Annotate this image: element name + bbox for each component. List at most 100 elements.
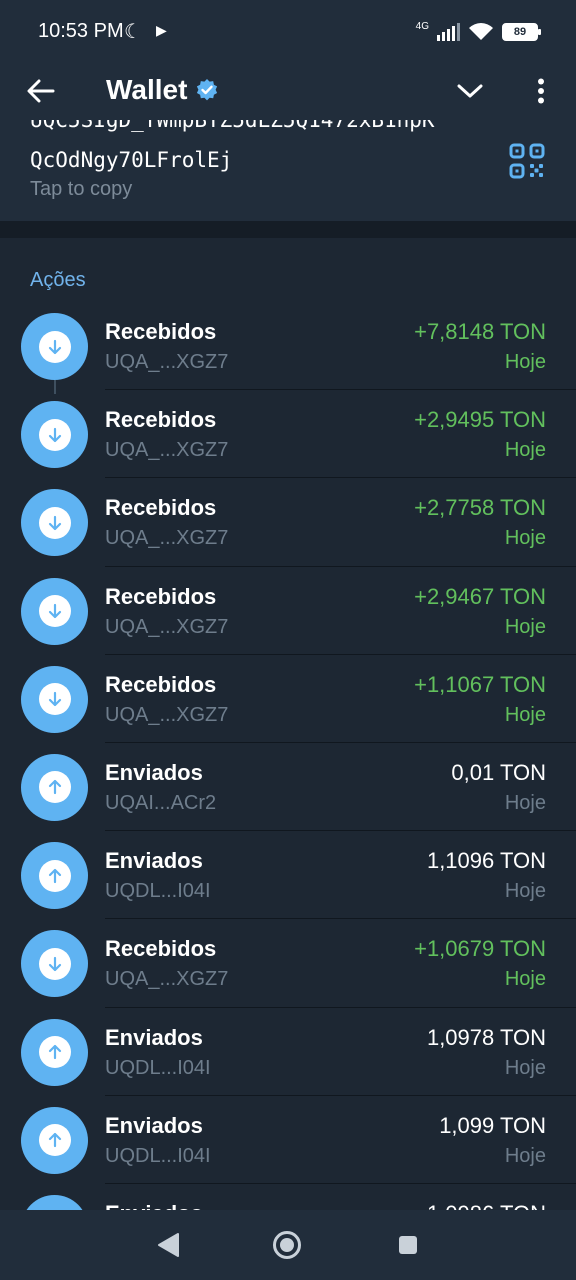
transaction-address: UQA_...XGZ7: [105, 527, 229, 550]
transaction-avatar: [21, 577, 88, 645]
status-indicators: 4G 89: [415, 20, 541, 44]
arrow-up-icon: [48, 1044, 61, 1060]
arrow-down-icon: [48, 603, 61, 619]
wallet-address-line-1[interactable]: UQC5SIgD_YWmpBYZ5dLZ5Q1472xB1npK: [30, 120, 435, 132]
transaction-title: Enviados: [105, 1201, 203, 1210]
transaction-row[interactable]: Recebidos UQA_...XGZ7 +7,8148 TON Hoje: [0, 302, 576, 394]
transaction-address: UQAI...ACr2: [105, 791, 217, 814]
do-not-disturb-icon: ☾: [124, 21, 142, 43]
battery-icon: 89: [502, 23, 541, 41]
transaction-title: Recebidos: [105, 319, 217, 344]
transaction-date: Hoje: [504, 791, 546, 814]
transaction-address: UQDL...I04I: [105, 880, 211, 903]
transaction-row[interactable]: Enviados 1,0986 TON: [0, 1184, 576, 1210]
transaction-date: Hoje: [504, 1056, 546, 1079]
actions-section: Ações Recebidos UQA_...XGZ7 +7,8148 TON Hoj…: [0, 238, 576, 1210]
wifi-icon: [469, 23, 493, 40]
transaction-avatar: [21, 753, 88, 821]
transaction-amount: 1,1096 TON: [426, 848, 546, 874]
app-bar: Wallet: [0, 62, 576, 120]
wallet-address-card[interactable]: UQC5SIgD_YWmpBYZ5dLZ5Q1472xB1npK QcOdNgy…: [0, 120, 576, 221]
expand-button[interactable]: [450, 72, 490, 110]
transaction-avatar: [21, 1194, 88, 1210]
wallet-address-line-2[interactable]: QcOdNgy70LFrolEj: [30, 148, 232, 172]
nav-back-icon[interactable]: [156, 1232, 180, 1258]
transaction-amount: 0,01 TON: [451, 759, 546, 785]
status-time: 10:53 PM: [38, 20, 124, 42]
transaction-title: Enviados: [105, 1112, 203, 1138]
back-button[interactable]: [22, 72, 60, 110]
transaction-title: Recebidos: [105, 407, 217, 433]
transaction-avatar: [21, 665, 88, 733]
transaction-amount: +2,9467 TON: [414, 583, 546, 609]
transaction-avatar: [21, 489, 88, 557]
signal-icon: [437, 23, 460, 41]
transaction-list[interactable]: Recebidos UQA_...XGZ7 +7,8148 TON Hoje Receb…: [0, 302, 576, 1210]
transaction-row[interactable]: Enviados UQAI...ACr2 0,01 TON Hoje: [0, 743, 576, 832]
tap-to-copy-hint: Tap to copy: [30, 178, 133, 200]
transaction-amount: 1,099 TON: [439, 1112, 546, 1138]
actions-header: Ações: [30, 269, 86, 291]
transaction-address: UQDL...I04I: [105, 1144, 211, 1167]
transaction-avatar: [21, 842, 88, 910]
transaction-row[interactable]: Enviados UQDL...I04I 1,1096 TON Hoje: [0, 831, 576, 920]
transaction-row[interactable]: Recebidos UQA_...XGZ7 +2,9467 TON Hoje: [0, 567, 576, 655]
transaction-address: UQA_...XGZ7: [105, 351, 229, 373]
transaction-title: Enviados: [105, 759, 203, 785]
verified-badge-icon: [197, 79, 218, 101]
transaction-amount: +2,7758 TON: [414, 495, 546, 521]
battery-level: 89: [513, 26, 527, 38]
transaction-amount: +1,0679 TON: [414, 936, 546, 962]
transaction-row[interactable]: Recebidos UQA_...XGZ7 +2,7758 TON Hoje: [0, 478, 576, 567]
nav-home-icon[interactable]: [272, 1230, 302, 1260]
transaction-date: Hoje: [504, 968, 546, 991]
transaction-amount: +2,9495 TON: [414, 407, 546, 433]
wallet-title-group[interactable]: Wallet: [106, 74, 219, 106]
section-divider: [0, 221, 576, 238]
system-navigation-bar: [0, 1210, 576, 1280]
transaction-date: Hoje: [504, 439, 546, 462]
transaction-avatar: [21, 1106, 88, 1174]
transaction-row[interactable]: Enviados UQDL...I04I 1,099 TON Hoje: [0, 1096, 576, 1184]
arrow-down-icon: [48, 339, 61, 354]
arrow-up-icon: [48, 868, 61, 883]
chevron-down-icon: [457, 84, 483, 98]
transaction-amount: 1,0986 TON: [427, 1201, 546, 1210]
arrow-down-icon: [48, 956, 61, 971]
transaction-amount: 1,0978 TON: [426, 1024, 546, 1050]
transaction-date: Hoje: [504, 703, 546, 726]
transaction-address: UQDL...I04I: [105, 1056, 211, 1079]
qr-code-icon[interactable]: [508, 142, 546, 180]
transaction-avatar: [21, 930, 88, 998]
transaction-title: Recebidos: [105, 671, 217, 697]
transaction-date: Hoje: [504, 351, 546, 373]
transaction-address: UQA_...XGZ7: [105, 615, 229, 638]
more-options-button[interactable]: [522, 72, 560, 110]
transaction-avatar: [21, 401, 88, 469]
arrow-down-icon: [48, 427, 61, 442]
transaction-address: UQA_...XGZ7: [105, 439, 229, 462]
arrow-up-icon: [48, 1133, 61, 1148]
transaction-row[interactable]: Recebidos UQA_...XGZ7 +1,1067 TON Hoje: [0, 655, 576, 743]
network-type: 4G: [415, 20, 429, 32]
arrow-left-icon: [27, 79, 55, 103]
transaction-title: Recebidos: [105, 936, 217, 962]
transaction-date: Hoje: [504, 1144, 546, 1167]
transaction-address: UQA_...XGZ7: [105, 968, 229, 991]
page-title: Wallet: [106, 74, 188, 105]
transaction-row[interactable]: Recebidos UQA_...XGZ7 +2,9495 TON Hoje: [0, 390, 576, 479]
transaction-title: Enviados: [105, 1024, 203, 1050]
transaction-date: Hoje: [504, 527, 546, 550]
transaction-avatar: [21, 1018, 88, 1086]
transaction-amount: +7,8148 TON: [414, 319, 546, 344]
transaction-address: UQA_...XGZ7: [105, 703, 229, 726]
more-vertical-icon: [538, 78, 544, 104]
transaction-row[interactable]: Recebidos UQA_...XGZ7 +1,0679 TON Hoje: [0, 919, 576, 1008]
transaction-row[interactable]: Enviados UQDL...I04I 1,0978 TON Hoje: [0, 1008, 576, 1096]
arrow-down-icon: [48, 515, 61, 530]
status-bar: 10:53 PM ☾ ▶ 4G 89: [0, 0, 576, 62]
nav-recents-icon[interactable]: [398, 1235, 418, 1255]
arrow-down-icon: [48, 692, 61, 707]
transaction-date: Hoje: [504, 615, 546, 638]
transaction-date: Hoje: [504, 880, 546, 903]
